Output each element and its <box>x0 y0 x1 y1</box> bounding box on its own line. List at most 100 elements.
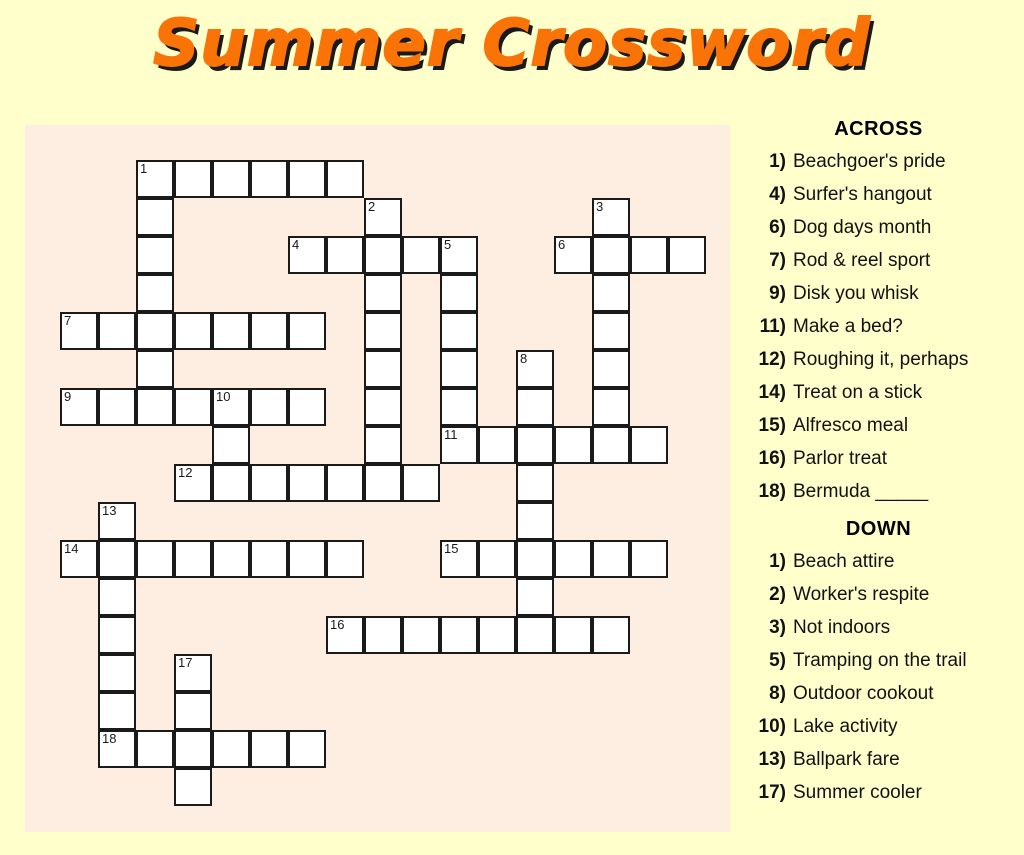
grid-cell-start-5[interactable]: 5 <box>440 236 478 274</box>
grid-cell[interactable] <box>98 578 136 616</box>
grid-cell[interactable] <box>516 616 554 654</box>
grid-cell[interactable] <box>364 426 402 464</box>
grid-cell[interactable] <box>136 388 174 426</box>
clue-across-18[interactable]: 18) Bermuda _____ <box>745 475 1024 508</box>
grid-cell[interactable] <box>174 768 212 806</box>
grid-cell[interactable] <box>174 312 212 350</box>
grid-cell-start-11[interactable]: 11 <box>440 426 478 464</box>
grid-cell-start-18[interactable]: 18 <box>98 730 136 768</box>
grid-cell-start-8[interactable]: 8 <box>516 350 554 388</box>
grid-cell[interactable] <box>402 464 440 502</box>
grid-cell[interactable] <box>136 730 174 768</box>
grid-cell[interactable] <box>440 274 478 312</box>
grid-cell-start-17[interactable]: 17 <box>174 654 212 692</box>
grid-cell[interactable] <box>364 312 402 350</box>
grid-cell[interactable] <box>326 464 364 502</box>
grid-cell[interactable] <box>250 540 288 578</box>
grid-cell[interactable] <box>516 464 554 502</box>
grid-cell[interactable] <box>174 692 212 730</box>
grid-cell-start-9[interactable]: 9 <box>60 388 98 426</box>
clue-down-1[interactable]: 1) Beach attire <box>745 545 1024 578</box>
grid-cell[interactable] <box>516 426 554 464</box>
grid-cell[interactable] <box>440 388 478 426</box>
grid-cell[interactable] <box>174 388 212 426</box>
clue-across-6[interactable]: 6) Dog days month <box>745 211 1024 244</box>
grid-cell-start-2[interactable]: 2 <box>364 198 402 236</box>
clue-across-15[interactable]: 15) Alfresco meal <box>745 409 1024 442</box>
grid-cell[interactable] <box>98 388 136 426</box>
grid-cell[interactable] <box>516 540 554 578</box>
grid-cell[interactable] <box>98 616 136 654</box>
grid-cell[interactable] <box>174 730 212 768</box>
grid-cell[interactable] <box>288 540 326 578</box>
grid-cell[interactable] <box>554 426 592 464</box>
clue-down-8[interactable]: 8) Outdoor cookout <box>745 677 1024 710</box>
grid-cell[interactable] <box>174 160 212 198</box>
grid-cell[interactable] <box>364 274 402 312</box>
grid-cell[interactable] <box>326 160 364 198</box>
grid-cell[interactable] <box>288 730 326 768</box>
grid-cell[interactable] <box>516 388 554 426</box>
crossword-grid[interactable]: 1 2 3 4 5 6 7 8 9 10 11 12 13 14 15 16 17 18 <box>25 125 730 832</box>
clue-across-12[interactable]: 12) Roughing it, perhaps <box>745 343 1024 376</box>
grid-cell[interactable] <box>98 540 136 578</box>
clue-across-4[interactable]: 4) Surfer's hangout <box>745 178 1024 211</box>
grid-cell[interactable] <box>364 388 402 426</box>
grid-cell-start-3[interactable]: 3 <box>592 198 630 236</box>
clue-across-14[interactable]: 14) Treat on a stick <box>745 376 1024 409</box>
grid-cell[interactable] <box>250 388 288 426</box>
grid-cell[interactable] <box>288 464 326 502</box>
grid-cell[interactable] <box>516 502 554 540</box>
grid-cell[interactable] <box>288 388 326 426</box>
grid-cell[interactable] <box>364 616 402 654</box>
grid-cell-start-13[interactable]: 13 <box>98 502 136 540</box>
grid-cell-start-4[interactable]: 4 <box>288 236 326 274</box>
grid-cell[interactable] <box>478 540 516 578</box>
grid-cell-start-15[interactable]: 15 <box>440 540 478 578</box>
grid-cell[interactable] <box>250 730 288 768</box>
grid-cell-start-10[interactable]: 10 <box>212 388 250 426</box>
grid-cell[interactable] <box>440 350 478 388</box>
grid-cell[interactable] <box>250 160 288 198</box>
grid-cell[interactable] <box>212 312 250 350</box>
grid-cell[interactable] <box>250 312 288 350</box>
clue-down-13[interactable]: 13) Ballpark fare <box>745 743 1024 776</box>
clue-across-11[interactable]: 11) Make a bed? <box>745 310 1024 343</box>
clue-across-7[interactable]: 7) Rod & reel sport <box>745 244 1024 277</box>
grid-cell[interactable] <box>212 464 250 502</box>
grid-cell[interactable] <box>212 730 250 768</box>
grid-cell[interactable] <box>554 540 592 578</box>
grid-cell[interactable] <box>478 426 516 464</box>
grid-cell[interactable] <box>478 616 516 654</box>
grid-cell[interactable] <box>212 160 250 198</box>
grid-cell[interactable] <box>288 160 326 198</box>
grid-cell[interactable] <box>250 464 288 502</box>
grid-cell[interactable] <box>592 312 630 350</box>
grid-cell[interactable] <box>212 540 250 578</box>
grid-cell[interactable] <box>288 312 326 350</box>
grid-cell[interactable] <box>136 236 174 274</box>
clue-across-16[interactable]: 16) Parlor treat <box>745 442 1024 475</box>
grid-cell[interactable] <box>630 426 668 464</box>
grid-cell-start-1[interactable]: 1 <box>136 160 174 198</box>
grid-cell[interactable] <box>516 578 554 616</box>
grid-cell[interactable] <box>592 540 630 578</box>
grid-cell-start-12[interactable]: 12 <box>174 464 212 502</box>
grid-cell[interactable] <box>592 274 630 312</box>
clue-down-5[interactable]: 5) Tramping on the trail <box>745 644 1024 677</box>
grid-cell[interactable] <box>364 236 402 274</box>
grid-cell[interactable] <box>668 236 706 274</box>
clue-down-10[interactable]: 10) Lake activity <box>745 710 1024 743</box>
grid-cell[interactable] <box>364 350 402 388</box>
grid-cell[interactable] <box>98 654 136 692</box>
grid-cell[interactable] <box>136 540 174 578</box>
grid-cell[interactable] <box>592 426 630 464</box>
grid-cell[interactable] <box>554 616 592 654</box>
clue-down-3[interactable]: 3) Not indoors <box>745 611 1024 644</box>
grid-cell[interactable] <box>136 350 174 388</box>
grid-cell[interactable] <box>402 616 440 654</box>
grid-cell[interactable] <box>630 236 668 274</box>
grid-cell[interactable] <box>592 616 630 654</box>
grid-cell[interactable] <box>592 236 630 274</box>
grid-cell[interactable] <box>592 388 630 426</box>
